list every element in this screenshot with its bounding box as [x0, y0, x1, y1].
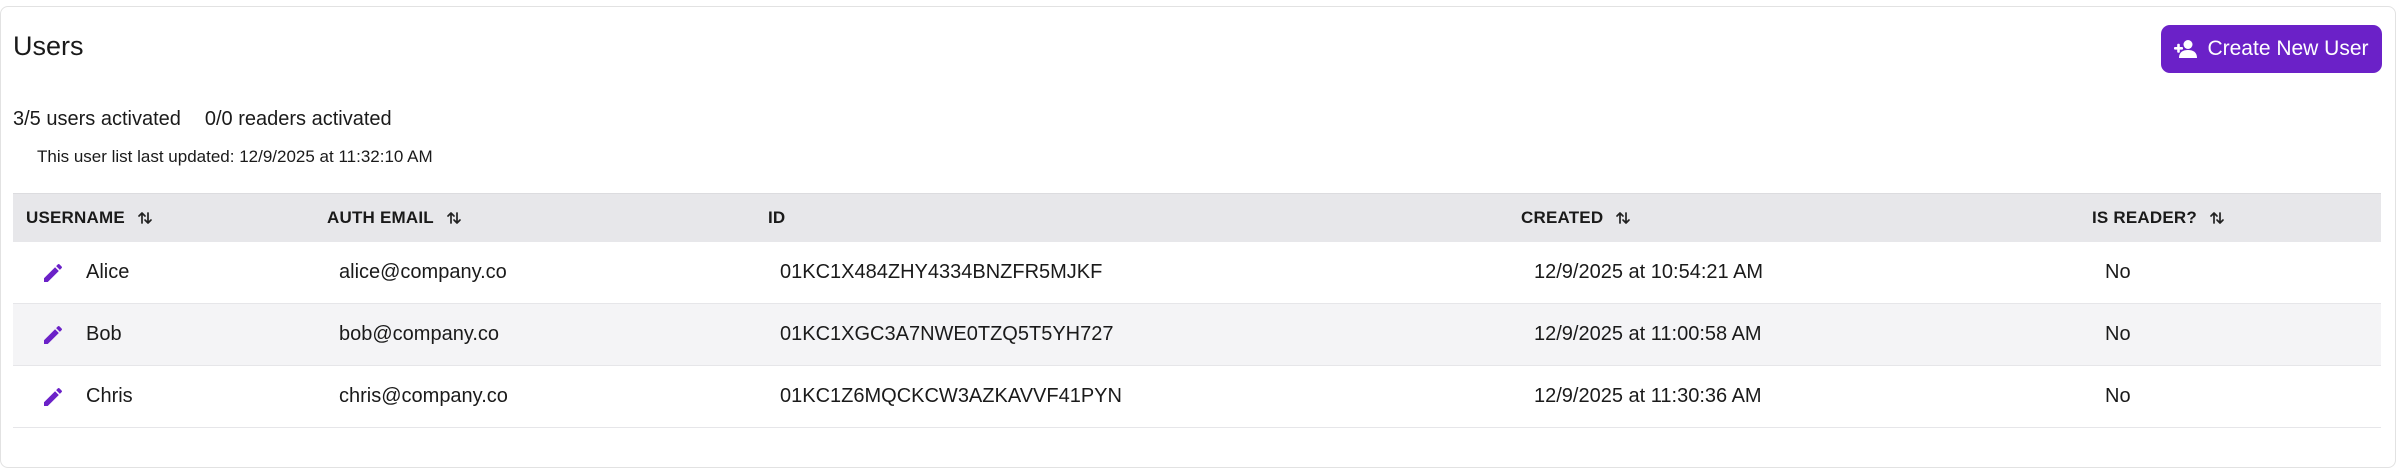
- table-row: Chris chris@company.co 01KC1Z6MQCKCW3AZK…: [13, 366, 2381, 428]
- column-header-id: ID: [768, 194, 785, 242]
- cell-username: Chris: [86, 385, 133, 407]
- page-title: Users: [13, 31, 84, 61]
- column-label: USERNAME: [26, 208, 125, 227]
- users-panel: Users Create New User 3/5 users activate…: [0, 6, 2396, 468]
- pencil-icon[interactable]: [41, 385, 65, 409]
- activation-stats: 3/5 users activated 0/0 readers activate…: [13, 108, 392, 131]
- column-header-is-reader[interactable]: IS READER?: [2092, 194, 2225, 242]
- table-header: USERNAME AUTH EMAIL ID CREATED IS READER…: [13, 193, 2381, 242]
- sort-icon[interactable]: [1615, 210, 1631, 226]
- column-label: IS READER?: [2092, 208, 2197, 227]
- cell-created: 12/9/2025 at 11:30:36 AM: [1534, 385, 1762, 407]
- cell-is-reader: No: [2105, 323, 2131, 345]
- create-new-user-button[interactable]: Create New User: [2161, 25, 2382, 73]
- readers-activated-count: 0/0 readers activated: [204, 108, 392, 130]
- cell-email: alice@company.co: [339, 261, 507, 283]
- column-label: CREATED: [1521, 208, 1604, 227]
- user-plus-icon: [2174, 39, 2198, 59]
- cell-username: Bob: [86, 323, 122, 345]
- table-row: Alice alice@company.co 01KC1X484ZHY4334B…: [13, 242, 2381, 304]
- cell-id: 01KC1XGC3A7NWE0TZQ5T5YH727: [780, 323, 1114, 345]
- cell-email: bob@company.co: [339, 323, 500, 345]
- cell-is-reader: No: [2105, 385, 2131, 407]
- pencil-icon[interactable]: [41, 261, 65, 285]
- cell-is-reader: No: [2105, 261, 2131, 283]
- last-updated-text: This user list last updated: 12/9/2025 a…: [37, 147, 433, 166]
- column-label: ID: [768, 208, 786, 227]
- cell-created: 12/9/2025 at 11:00:58 AM: [1534, 323, 1762, 345]
- cell-id: 01KC1Z6MQCKCW3AZKAVVF41PYN: [780, 385, 1122, 407]
- sort-icon[interactable]: [446, 210, 462, 226]
- column-header-auth-email[interactable]: AUTH EMAIL: [327, 194, 462, 242]
- column-header-created[interactable]: CREATED: [1521, 194, 1631, 242]
- cell-email: chris@company.co: [339, 385, 508, 407]
- sort-icon[interactable]: [2209, 210, 2225, 226]
- users-table: USERNAME AUTH EMAIL ID CREATED IS READER…: [13, 193, 2381, 428]
- column-label: AUTH EMAIL: [327, 208, 434, 227]
- create-button-label: Create New User: [2207, 37, 2369, 60]
- sort-icon[interactable]: [137, 210, 153, 226]
- pencil-icon[interactable]: [41, 323, 65, 347]
- column-header-username[interactable]: USERNAME: [26, 194, 153, 242]
- cell-username: Alice: [86, 261, 130, 283]
- cell-created: 12/9/2025 at 10:54:21 AM: [1534, 261, 1764, 283]
- table-row: Bob bob@company.co 01KC1XGC3A7NWE0TZQ5T5…: [13, 304, 2381, 366]
- cell-id: 01KC1X484ZHY4334BNZFR5MJKF: [780, 261, 1103, 283]
- users-activated-count: 3/5 users activated: [13, 108, 181, 130]
